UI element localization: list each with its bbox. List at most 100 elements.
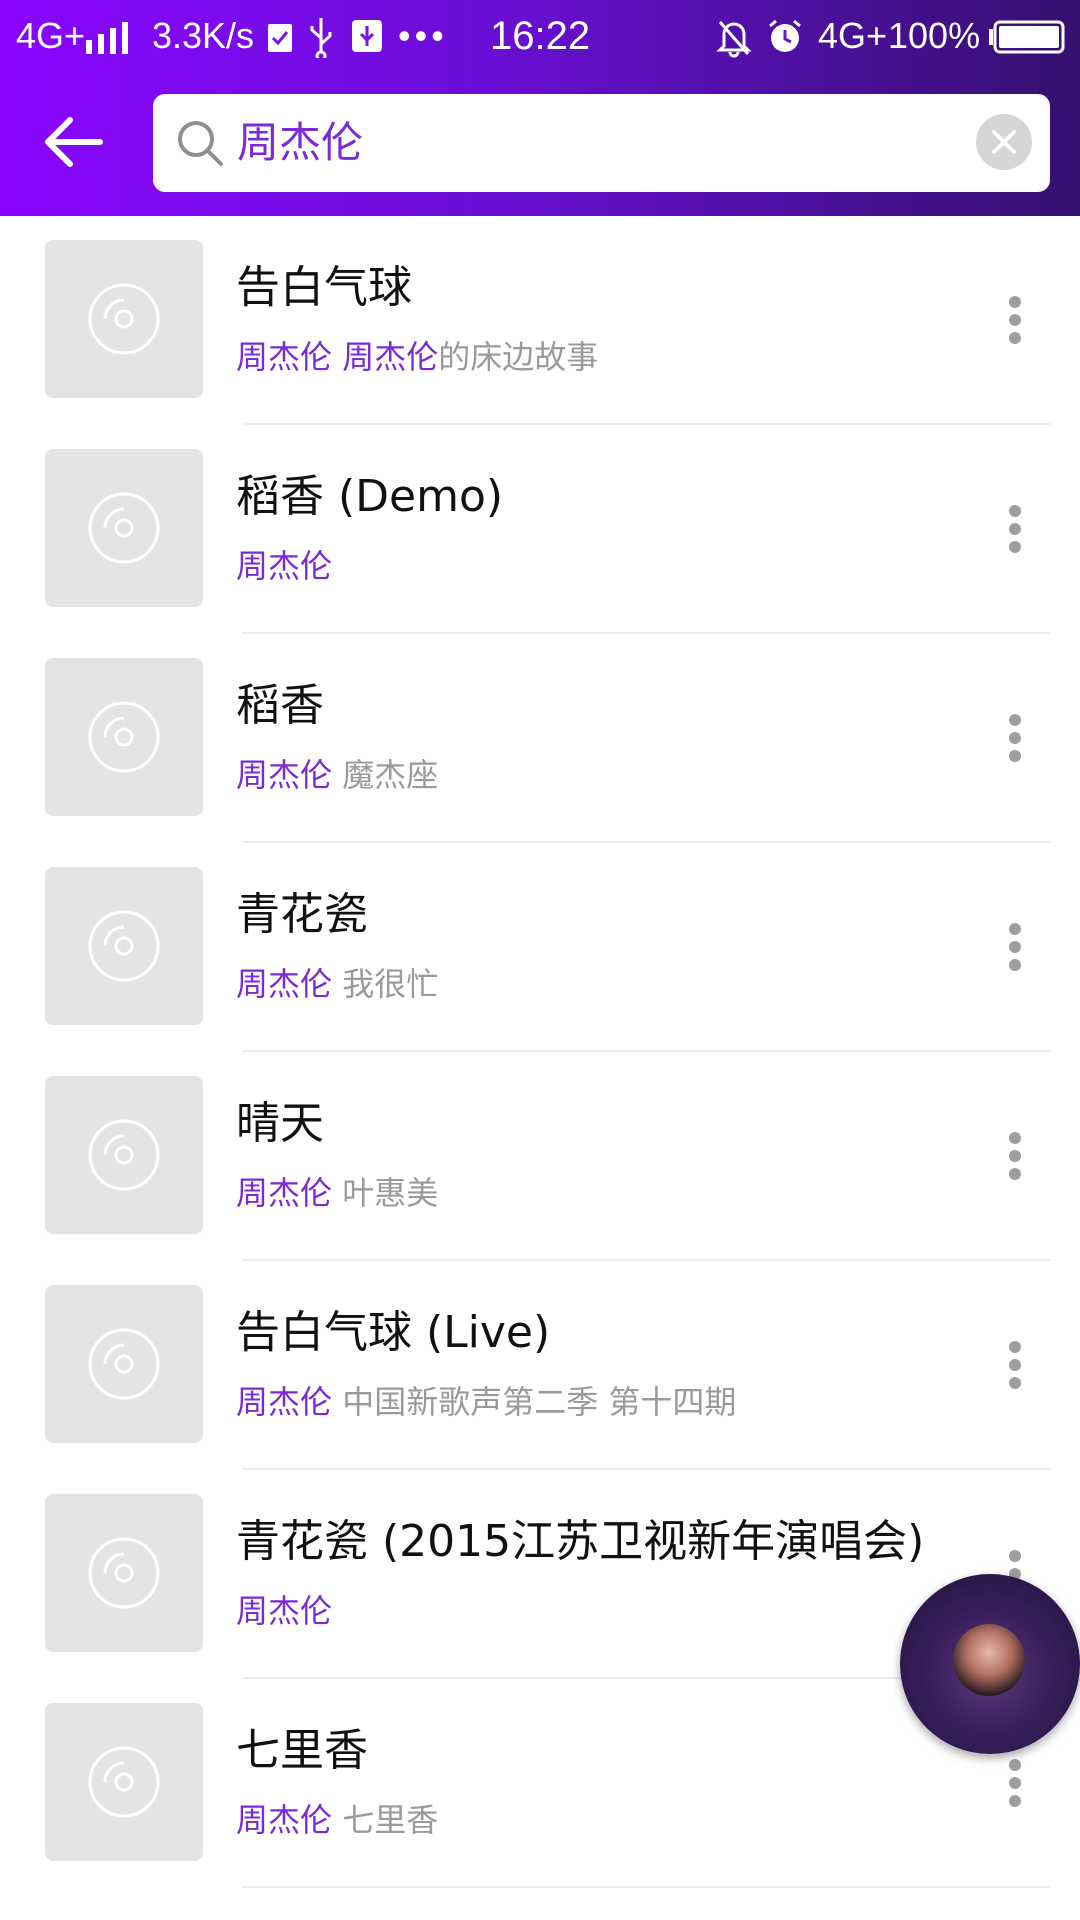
more-options-dot: [1009, 1150, 1021, 1162]
disc-placeholder-icon: [88, 910, 160, 982]
network-type: 4G+: [16, 15, 86, 56]
more-options-button[interactable]: [1000, 1126, 1030, 1186]
more-options-dot: [1009, 1359, 1021, 1371]
more-options-icon: [1009, 923, 1021, 935]
artist-name: 周杰伦: [236, 1174, 333, 1212]
album-name: 中国新歌声第二季 第十四期: [342, 1383, 737, 1421]
album-name: 的床边故事: [438, 338, 599, 376]
album-artist-highlight: 周杰伦: [342, 338, 439, 376]
artist-name: 周杰伦: [236, 547, 333, 585]
back-arrow-icon: [45, 117, 103, 167]
more-options-icon: [1009, 1341, 1021, 1353]
album-name: 叶惠美: [342, 1174, 439, 1212]
more-options-dot: [1009, 732, 1021, 744]
search-row: 周杰伦: [0, 92, 1080, 192]
album-sep: [332, 965, 342, 1003]
more-options-button[interactable]: [1000, 1335, 1030, 1395]
notification-icon: [268, 24, 292, 52]
search-query-text[interactable]: 周杰伦: [237, 114, 363, 172]
song-row[interactable]: 告白气球 (Live) 周杰伦 中国新歌声第二季 第十四期: [0, 1261, 1080, 1470]
album-name: 七里香: [342, 1801, 439, 1839]
battery-icon: [989, 20, 1065, 54]
more-status-dots: •••: [398, 15, 448, 56]
more-options-dot: [1009, 541, 1021, 553]
song-subtitle: 周杰伦 魔杰座: [236, 754, 438, 796]
song-row[interactable]: 稻香 周杰伦 魔杰座: [0, 634, 1080, 843]
disc-placeholder-icon: [88, 1746, 160, 1818]
album-sep: [332, 338, 342, 376]
song-subtitle: 周杰伦: [236, 1590, 332, 1632]
song-subtitle: 周杰伦 叶惠美: [236, 1172, 438, 1214]
more-options-button[interactable]: [1000, 917, 1030, 977]
album-cover: [45, 1076, 203, 1234]
more-options-button[interactable]: [1000, 499, 1030, 559]
usb-debug-icon: [352, 20, 382, 52]
album-sep: [332, 756, 342, 794]
more-options-icon: [1009, 1759, 1021, 1771]
album-cover: [45, 1703, 203, 1861]
more-options-dot: [1009, 523, 1021, 535]
album-sep: [332, 1383, 342, 1421]
more-options-icon: [1009, 1132, 1021, 1144]
clock: 16:22: [490, 14, 591, 58]
album-cover: [45, 1494, 203, 1652]
network-type-2: 4G+: [818, 15, 888, 56]
more-options-button[interactable]: [1000, 290, 1030, 350]
album-cover: [45, 240, 203, 398]
more-options-icon: [1009, 714, 1021, 726]
song-title: 晴天: [236, 1098, 324, 1149]
disc-placeholder-icon: [88, 283, 160, 355]
song-subtitle: 周杰伦 我很忙: [236, 963, 438, 1005]
now-playing-disc-button[interactable]: [900, 1574, 1080, 1754]
song-subtitle: 周杰伦 周杰伦的床边故事: [236, 336, 598, 378]
now-playing-avatar: [953, 1624, 1025, 1696]
more-options-icon: [1009, 505, 1021, 517]
artist-name: 周杰伦: [236, 1592, 333, 1630]
top-bar: 4G+ 3.3K/s ••• 16:22 4G+ 100% 周杰伦: [0, 0, 1080, 216]
song-title: 告白气球 (Live): [236, 1307, 551, 1358]
status-bar: 4G+ 3.3K/s ••• 16:22 4G+ 100%: [0, 0, 1080, 74]
song-title: 告白气球: [236, 262, 412, 313]
artist-name: 周杰伦: [236, 1383, 333, 1421]
album-cover: [45, 1285, 203, 1443]
song-title: 稻香 (Demo): [236, 471, 504, 522]
clear-search-button[interactable]: [976, 114, 1032, 170]
song-title: 稻香: [236, 680, 324, 731]
song-subtitle: 周杰伦 中国新歌声第二季 第十四期: [236, 1381, 736, 1423]
more-options-icon: [1009, 296, 1021, 308]
alarm-icon: [769, 19, 801, 52]
song-row[interactable]: 晴天周杰伦 叶惠美: [0, 1052, 1080, 1261]
album-cover: [45, 867, 203, 1025]
song-subtitle: 周杰伦: [236, 545, 332, 587]
more-options-dot: [1009, 332, 1021, 344]
song-row[interactable]: 稻香 (Demo) 周杰伦: [0, 425, 1080, 634]
more-options-dot: [1009, 314, 1021, 326]
more-options-button[interactable]: [1000, 1753, 1030, 1813]
album-sep: [332, 1801, 342, 1839]
song-title: 七里香: [236, 1725, 368, 1776]
song-subtitle: 周杰伦 七里香: [236, 1799, 438, 1841]
usb-icon: [310, 18, 332, 58]
more-options-dot: [1009, 1168, 1021, 1180]
song-row[interactable]: 告白气球周杰伦 周杰伦的床边故事: [0, 216, 1080, 425]
network-speed: 3.3K/s: [152, 15, 255, 56]
artist-name: 周杰伦: [236, 756, 333, 794]
more-options-dot: [1009, 1795, 1021, 1807]
battery-level: 100%: [888, 15, 981, 56]
search-icon: [178, 121, 223, 166]
more-options-button[interactable]: [1000, 708, 1030, 768]
more-options-dot: [1009, 750, 1021, 762]
more-options-dot: [1009, 1777, 1021, 1789]
row-divider: [242, 1886, 1050, 1888]
artist-name: 周杰伦: [236, 1801, 333, 1839]
album-cover: [45, 449, 203, 607]
artist-name: 周杰伦: [236, 965, 333, 1003]
disc-placeholder-icon: [88, 1537, 160, 1609]
search-input[interactable]: 周杰伦: [153, 94, 1050, 192]
clear-icon: [992, 130, 1016, 154]
song-row[interactable]: 青花瓷 周杰伦 我很忙: [0, 843, 1080, 1052]
song-title: 青花瓷 (2015江苏卫视新年演唱会): [236, 1516, 925, 1567]
more-options-dot: [1009, 959, 1021, 971]
disc-placeholder-icon: [88, 701, 160, 773]
back-button[interactable]: [40, 110, 112, 174]
